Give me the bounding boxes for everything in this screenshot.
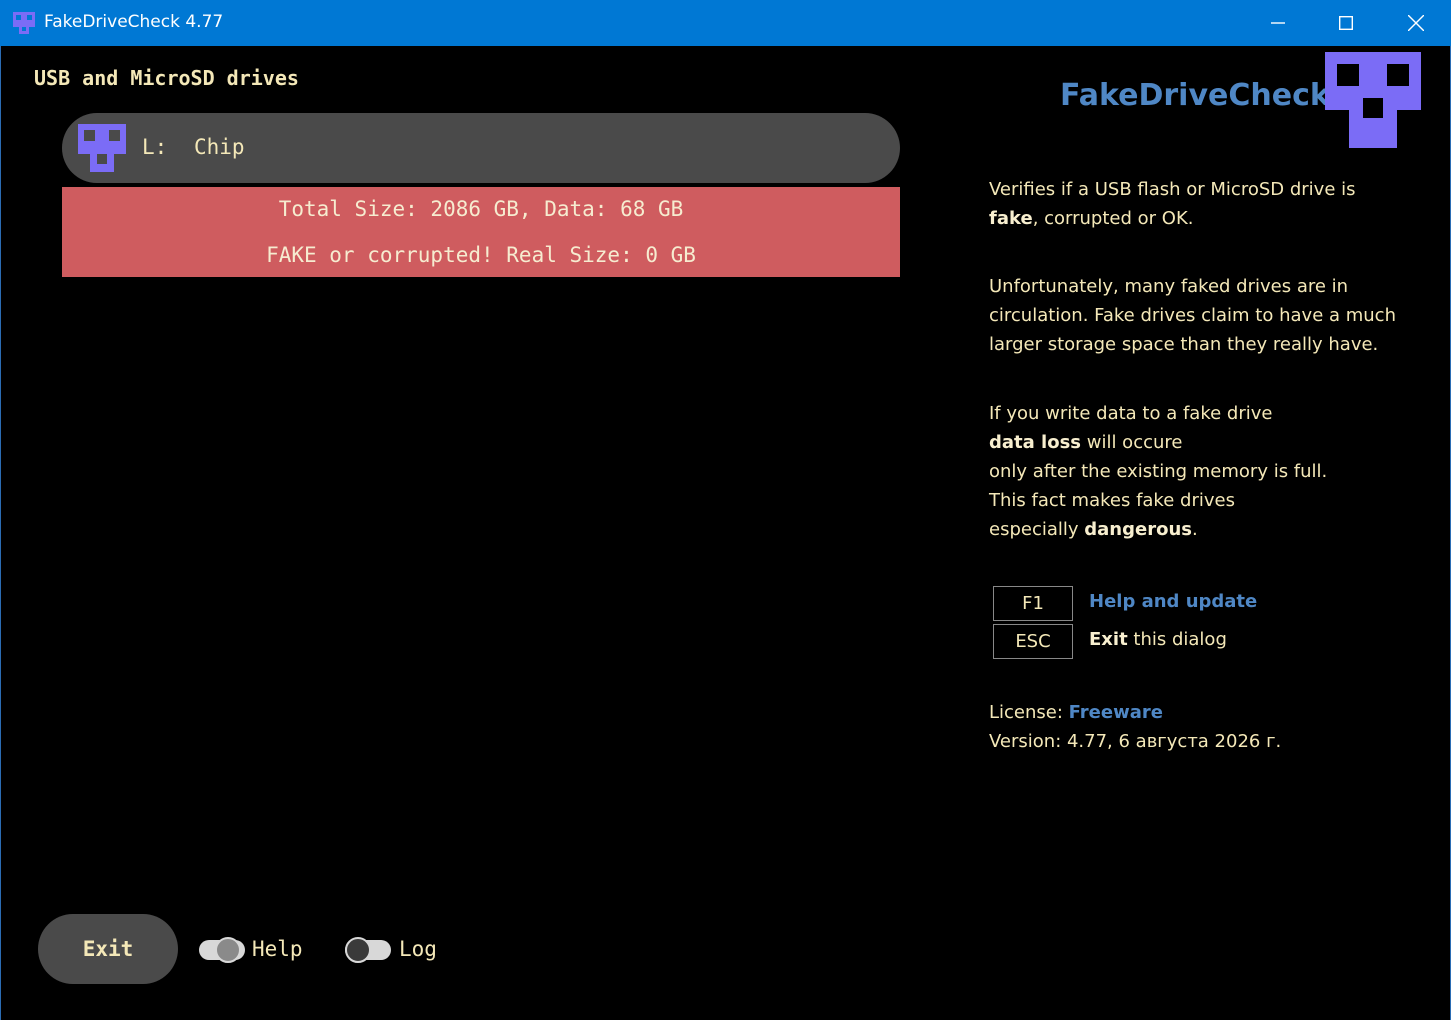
info-p3-line5: especially dangerous. — [989, 515, 1327, 544]
info-p3-line1: If you write data to a fake drive — [989, 403, 1273, 424]
drive-name: Chip — [194, 135, 245, 159]
log-toggle-knob — [345, 937, 371, 963]
help-toggle-label[interactable]: Help — [252, 937, 303, 961]
info-p3-line2-rest: will occure — [1081, 432, 1183, 453]
info-p3-bold-data-loss: data loss — [989, 432, 1082, 453]
info-paragraph-1: Verifies if a USB flash or MicroSD drive… — [989, 175, 1356, 233]
maximize-icon — [1339, 16, 1353, 30]
minimize-icon — [1271, 22, 1285, 24]
info-p1-line1: Verifies if a USB flash or MicroSD drive… — [989, 179, 1356, 200]
result-size-text: Total Size: 2086 GB, Data: 68 GB — [278, 197, 684, 221]
license-info: License: Freeware — [989, 702, 1163, 723]
exit-dialog-bold: Exit — [1089, 629, 1128, 650]
info-p1-line2: fake, corrupted or OK. — [989, 204, 1356, 233]
help-toggle-knob — [215, 937, 241, 963]
app-logo-icon — [13, 12, 35, 34]
esc-key-badge: ESC — [993, 624, 1073, 659]
version-info: Version: 4.77, 6 августа 2026 г. — [989, 731, 1282, 752]
maximize-button[interactable] — [1312, 0, 1380, 46]
info-paragraph-3: If you write data to a fake drive data l… — [989, 399, 1327, 544]
info-p3-line2: data loss will occure — [989, 428, 1327, 457]
section-title: USB and MicroSD drives — [34, 66, 299, 90]
drive-icon — [78, 124, 126, 172]
logo-text: FakeDriveCheck — [1060, 78, 1330, 113]
minimize-button[interactable] — [1244, 0, 1312, 46]
f1-key-badge: F1 — [993, 586, 1073, 621]
info-p3-line4: This fact makes fake drives — [989, 490, 1235, 511]
help-and-update-link[interactable]: Help and update — [1089, 591, 1257, 612]
info-p3-line5-pre: especially — [989, 519, 1085, 540]
license-label: License: — [989, 702, 1069, 723]
logo-icon — [1325, 52, 1421, 148]
window-title: FakeDriveCheck 4.77 — [44, 12, 224, 32]
result-status-text: FAKE or corrupted! Real Size: 0 GB — [266, 243, 696, 267]
close-button[interactable] — [1382, 0, 1450, 46]
title-bar: FakeDriveCheck 4.77 — [0, 0, 1451, 46]
log-toggle[interactable] — [345, 937, 391, 963]
log-toggle-label[interactable]: Log — [399, 937, 437, 961]
result-box: Total Size: 2086 GB, Data: 68 GB FAKE or… — [62, 187, 900, 277]
window-border-left — [0, 46, 1, 1020]
info-p3-bold-dangerous: dangerous — [1084, 519, 1192, 540]
info-p1-bold: fake — [989, 208, 1033, 229]
info-p1-rest: , corrupted or OK. — [1032, 208, 1194, 229]
info-p3-line3: only after the existing memory is full. — [989, 461, 1328, 482]
help-toggle[interactable] — [199, 937, 245, 963]
exit-dialog-rest: this dialog — [1127, 629, 1227, 650]
license-freeware-link[interactable]: Freeware — [1069, 702, 1163, 723]
drive-item[interactable]: L: Chip — [62, 113, 900, 183]
exit-button[interactable]: Exit — [38, 914, 178, 984]
info-p3-line5-post: . — [1191, 519, 1198, 540]
exit-dialog-text: Exit this dialog — [1089, 629, 1227, 650]
close-icon — [1408, 15, 1424, 31]
info-paragraph-2: Unfortunately, many faked drives are in … — [989, 276, 1396, 355]
drive-letter: L: — [142, 135, 168, 159]
